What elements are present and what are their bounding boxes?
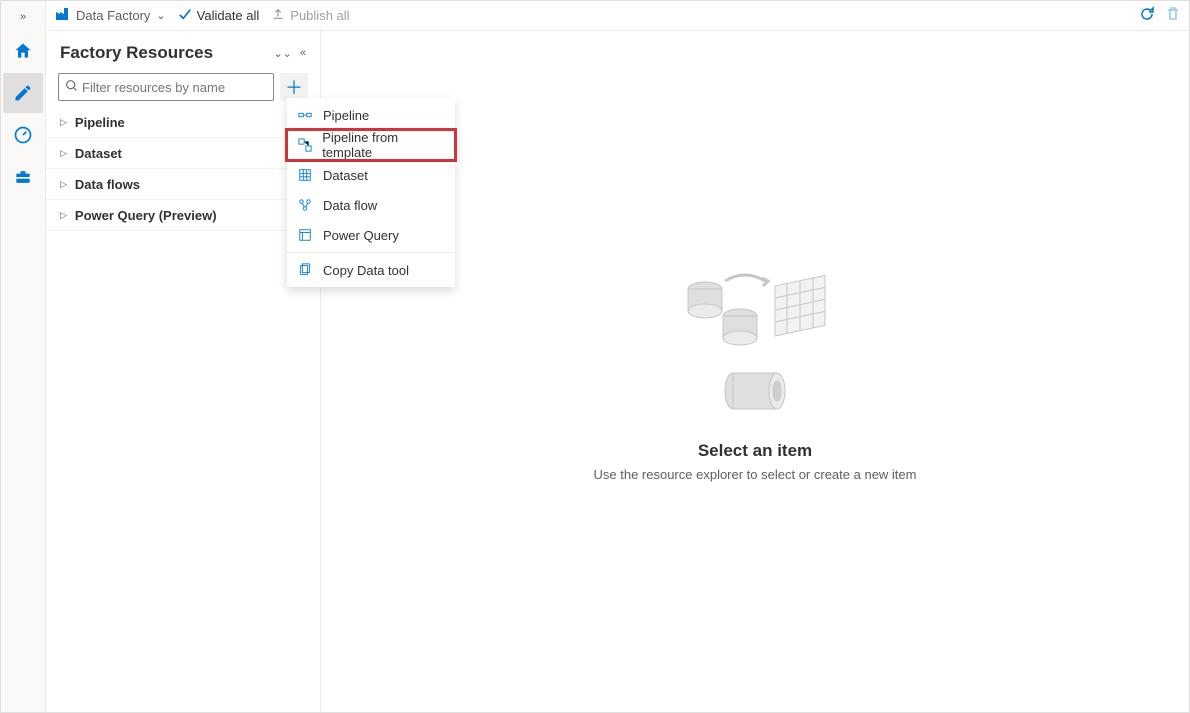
plus-icon: ＋ [285,74,303,100]
checkmark-icon [178,7,192,24]
chevron-down-icon: ⌄ [156,9,165,22]
refresh-icon [1139,6,1155,22]
expand-nav-icon[interactable]: » [1,5,45,29]
collapse-panel-icon[interactable]: « [300,47,306,60]
nav-rail: » [1,1,46,712]
resource-panel-title: Factory Resources [60,43,273,63]
gauge-icon [13,125,33,145]
copy-icon [297,263,313,277]
caret-icon: ▷ [60,179,67,190]
trash-icon [1165,6,1181,22]
empty-illustration [670,261,840,421]
flyout-separator [287,252,455,253]
nav-author[interactable] [3,73,43,113]
resource-search-input[interactable] [82,80,267,95]
discard-button[interactable] [1165,6,1181,25]
resource-search[interactable] [58,73,274,101]
search-icon [65,79,78,95]
toolbox-icon [13,167,33,187]
home-icon [13,41,33,61]
resource-panel: Factory Resources ⌄⌄ « ＋ [46,31,321,712]
flyout-item-pipeline-from-template[interactable]: Pipeline from template [287,130,455,160]
resource-tree: ▷ Pipeline ▷ Dataset ▷ Data flows ▷ Powe… [46,107,320,231]
publish-all-button: Publish all [271,7,349,24]
flyout-item-copydata[interactable]: Copy Data tool [287,255,455,285]
nav-home[interactable] [3,31,43,71]
dataset-icon [297,168,313,182]
nav-manage[interactable] [3,157,43,197]
validate-all-label: Validate all [197,8,260,23]
pencil-icon [13,83,33,103]
canvas-title: Select an item [698,441,812,461]
caret-icon: ▷ [60,117,67,128]
pipeline-icon [297,108,313,122]
template-icon [297,138,312,152]
tree-item-powerquery[interactable]: ▷ Power Query (Preview) [46,200,320,231]
tree-item-pipeline[interactable]: ▷ Pipeline [46,107,320,138]
dataflow-icon [297,198,313,212]
brand-dropdown[interactable]: Data Factory ⌄ [54,6,166,25]
nav-monitor[interactable] [3,115,43,155]
flyout-item-pipeline[interactable]: Pipeline [287,100,455,130]
caret-icon: ▷ [60,148,67,159]
command-bar: Data Factory ⌄ Validate all Publish all [46,1,1189,31]
flyout-item-dataflow[interactable]: Data flow [287,190,455,220]
publish-all-label: Publish all [290,8,349,23]
flyout-item-powerquery[interactable]: Power Query [287,220,455,250]
tree-item-dataset[interactable]: ▷ Dataset [46,138,320,169]
brand-label: Data Factory [76,8,150,23]
add-resource-button[interactable]: ＋ [280,73,308,101]
caret-icon: ▷ [60,210,67,221]
publish-icon [271,7,285,24]
tree-item-dataflows[interactable]: ▷ Data flows [46,169,320,200]
flyout-item-dataset[interactable]: Dataset [287,160,455,190]
expand-all-icon[interactable]: ⌄⌄ [273,47,291,60]
validate-all-button[interactable]: Validate all [178,7,260,24]
factory-icon [54,6,70,25]
refresh-button[interactable] [1139,6,1155,25]
canvas-subtitle: Use the resource explorer to select or c… [594,467,917,482]
add-resource-flyout: Pipeline Pipeline from template Dataset … [287,98,455,287]
powerquery-icon [297,228,313,242]
